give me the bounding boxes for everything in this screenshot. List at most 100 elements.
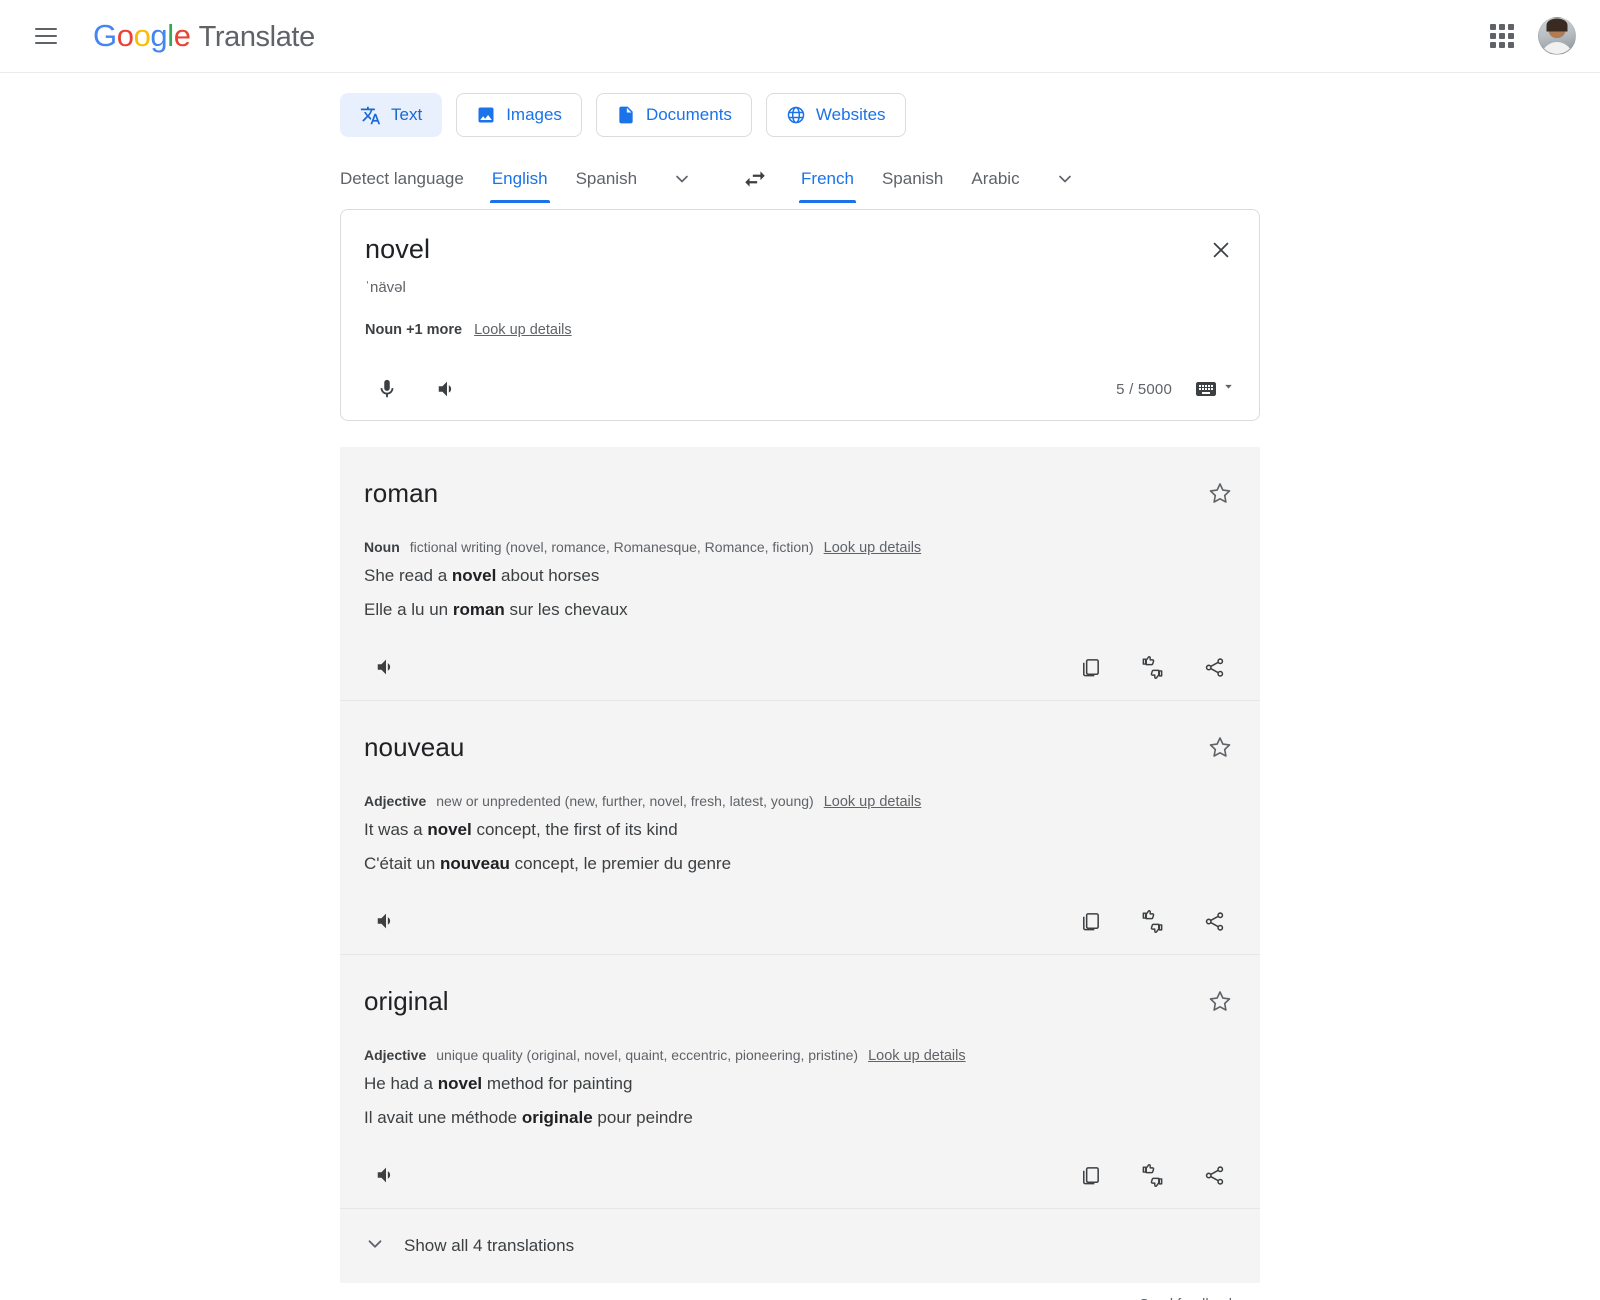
swap-languages-icon[interactable] — [731, 155, 779, 203]
translation-listen-speaker-icon[interactable] — [364, 645, 408, 689]
translation-actions-right — [1068, 645, 1236, 689]
example-target: C'était un nouveau concept, le premier d… — [364, 854, 732, 873]
source-pos-row: Noun +1 more Look up details — [365, 322, 1235, 338]
copy-icon[interactable] — [1068, 899, 1112, 943]
translation-actions — [364, 634, 1236, 700]
thumbs-up-down-icon[interactable] — [1130, 899, 1174, 943]
google-wordmark: Google — [93, 18, 191, 53]
hamburger-line — [35, 35, 57, 37]
translation-actions-right — [1068, 899, 1236, 943]
translation-pos: Adjective — [364, 1047, 427, 1063]
share-icon[interactable] — [1192, 1153, 1236, 1197]
translation-card: nouveau Adjective new or unpredented (ne… — [340, 701, 1260, 955]
target-lang-arabic[interactable]: Arabic — [971, 167, 1019, 203]
footer: Send feedback — [340, 1283, 1260, 1300]
image-icon — [476, 105, 496, 125]
translation-lookup-details-link[interactable]: Look up details — [868, 1048, 966, 1064]
source-lang-detect[interactable]: Detect language — [340, 167, 464, 203]
apps-grid-icon[interactable] — [1480, 14, 1524, 58]
tab-images[interactable]: Images — [456, 93, 582, 137]
thumbs-up-down-icon[interactable] — [1130, 645, 1174, 689]
translation-lookup-details-link[interactable]: Look up details — [824, 540, 922, 556]
translation-definition: fictional writing (novel, romance, Roman… — [409, 539, 814, 555]
translation-card: roman Noun fictional writing (novel, rom… — [340, 447, 1260, 701]
mode-tab-bar: Text Images Documents Websites — [340, 73, 1260, 137]
tab-text[interactable]: Text — [340, 93, 443, 137]
example-source: He had a novel method for painting — [364, 1074, 633, 1093]
avatar[interactable] — [1538, 17, 1576, 55]
translation-lookup-details-link[interactable]: Look up details — [824, 794, 922, 810]
example-source: It was a novel concept, the first of its… — [364, 820, 678, 839]
star-outline-icon[interactable] — [1202, 475, 1238, 511]
star-outline-icon[interactable] — [1202, 983, 1238, 1019]
hamburger-menu-icon[interactable] — [22, 12, 70, 60]
translations-results: roman Noun fictional writing (novel, rom… — [340, 447, 1260, 1283]
translation-word: original — [364, 986, 449, 1016]
copy-icon[interactable] — [1068, 645, 1112, 689]
source-lang-spanish[interactable]: Spanish — [576, 167, 637, 203]
share-icon[interactable] — [1192, 645, 1236, 689]
source-text-input[interactable]: novel — [365, 232, 1235, 266]
close-icon[interactable] — [1203, 232, 1239, 268]
microphone-icon[interactable] — [365, 367, 409, 411]
thumbs-up-down-icon[interactable] — [1130, 1153, 1174, 1197]
source-pos-label: Noun +1 more — [365, 322, 463, 338]
language-bar: Detect language English Spanish French S… — [340, 161, 1260, 209]
caret-down-icon[interactable] — [1222, 380, 1235, 398]
translation-card: original Adjective unique quality (origi… — [340, 955, 1260, 1209]
app-header: Google Translate — [0, 0, 1600, 73]
translation-meta: Noun fictional writing (novel, romance, … — [364, 539, 1236, 556]
product-name: Translate — [198, 21, 316, 53]
translation-definition: new or unpredented (new, further, novel,… — [436, 793, 814, 809]
source-phonetic: ˈnävəl — [365, 279, 406, 296]
tab-images-label: Images — [506, 105, 562, 124]
document-icon — [616, 105, 636, 125]
tab-websites[interactable]: Websites — [765, 93, 906, 137]
star-outline-icon[interactable] — [1202, 729, 1238, 765]
share-icon[interactable] — [1192, 899, 1236, 943]
show-all-translations-button[interactable]: Show all 4 translations — [340, 1209, 1260, 1283]
source-lang-english[interactable]: English — [489, 167, 550, 203]
brand-logo[interactable]: Google Translate — [93, 18, 315, 54]
example-target: Il avait une méthode originale pour pein… — [364, 1108, 693, 1127]
target-language-chevron-down-icon[interactable] — [1048, 162, 1082, 196]
header-actions — [1480, 14, 1576, 58]
keyboard-icon[interactable] — [1194, 377, 1235, 401]
translation-word: roman — [364, 478, 439, 508]
translation-listen-speaker-icon[interactable] — [364, 1153, 408, 1197]
show-all-translations-label: Show all 4 translations — [404, 1236, 575, 1255]
example-source: She read a novel about horses — [364, 566, 600, 585]
tab-documents-label: Documents — [645, 105, 732, 124]
source-language-group: Detect language English Spanish — [340, 162, 709, 208]
google-translate-page: Google Translate Text Images Documents W… — [0, 0, 1600, 1300]
example-target: Elle a lu un roman sur les chevaux — [364, 600, 628, 619]
source-listen-speaker-icon[interactable] — [425, 367, 469, 411]
translation-meta: Adjective new or unpredented (new, furth… — [364, 793, 1236, 810]
hamburger-line — [35, 42, 57, 44]
translate-text-icon — [360, 105, 381, 126]
tab-text-label: Text — [391, 105, 423, 124]
translation-word: nouveau — [364, 732, 465, 762]
tab-websites-label: Websites — [815, 105, 886, 124]
main-column: Text Images Documents Websites Detect la… — [340, 73, 1260, 1283]
target-language-group: French Spanish Arabic — [799, 162, 1092, 208]
source-text-card: novel ˈnävəl Noun +1 more Look up detail… — [340, 209, 1260, 421]
translation-listen-speaker-icon[interactable] — [364, 899, 408, 943]
chevron-down-icon — [364, 1233, 386, 1260]
translation-meta: Adjective unique quality (original, nove… — [364, 1047, 1236, 1064]
source-lookup-details-link[interactable]: Look up details — [474, 322, 572, 338]
send-feedback-link[interactable]: Send feedback — [340, 1283, 1260, 1300]
translation-pos: Noun — [364, 539, 400, 555]
target-lang-french[interactable]: French — [799, 167, 856, 203]
tab-documents[interactable]: Documents — [595, 93, 752, 137]
source-card-footer: 5 / 5000 — [365, 358, 1235, 420]
copy-icon[interactable] — [1068, 1153, 1112, 1197]
translation-pos: Adjective — [364, 793, 427, 809]
translation-definition: unique quality (original, novel, quaint,… — [436, 1047, 859, 1063]
translation-actions — [364, 1142, 1236, 1208]
source-language-chevron-down-icon[interactable] — [665, 162, 699, 196]
character-counter: 5 / 5000 — [1116, 380, 1172, 398]
hamburger-line — [35, 28, 57, 30]
globe-icon — [786, 105, 806, 125]
target-lang-spanish[interactable]: Spanish — [882, 167, 943, 203]
